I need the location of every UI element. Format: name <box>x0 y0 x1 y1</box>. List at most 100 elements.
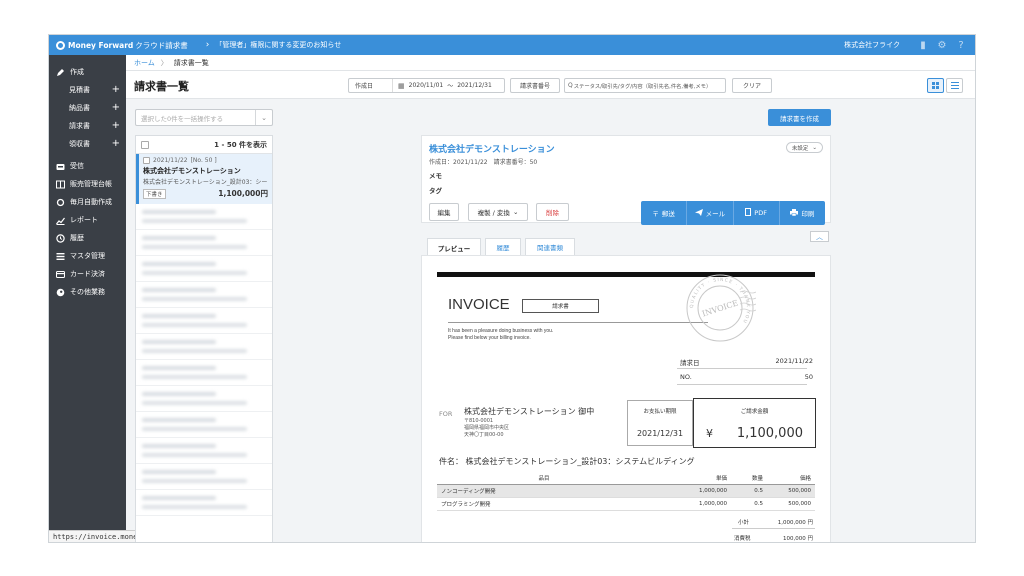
status-value: 未設定 <box>791 145 809 152</box>
grid-view-button[interactable] <box>927 78 944 93</box>
list-item[interactable] <box>136 334 272 360</box>
client-name: 株式会社デモンストレーション 御中 <box>464 407 595 416</box>
plus-icon[interactable]: + <box>112 139 120 149</box>
list-header-row: 1 - 50 件を表示 <box>136 136 272 154</box>
list-icon <box>950 80 959 91</box>
sidebar-item-history[interactable]: 履歴 <box>49 229 126 247</box>
item-client: 株式会社デモンストレーション <box>143 167 241 175</box>
amount-box: ご請求金額 ¥ 1,100,000 <box>693 398 816 448</box>
list-item[interactable] <box>136 230 272 256</box>
company-name[interactable]: 株式会社フライク <box>844 40 900 50</box>
search-input[interactable]: Q ステータス/取引先/タグ/内容（取引先名,件名,備考,メモ） <box>564 78 726 93</box>
cell-item: プログラミング開発 <box>441 502 491 508</box>
top-bar: Money Forward クラウド請求書 › 「管理者」権限に関する変更のお知… <box>49 35 975 55</box>
list-item[interactable] <box>136 490 272 516</box>
due-label: お支払い期限 <box>643 409 677 415</box>
date-range-filter[interactable]: 作成日 ▦ 2020/11/01 〜 2021/12/31 <box>348 78 505 93</box>
rocket-icon <box>55 287 65 297</box>
status-select[interactable]: 未設定 ⌄ <box>785 142 823 153</box>
book-icon[interactable]: ▮ <box>917 39 929 51</box>
plus-icon[interactable]: + <box>112 85 120 95</box>
chevron-right-icon: › <box>205 40 210 50</box>
plus-icon[interactable]: + <box>112 121 120 131</box>
svg-text:QUALITY · SINCE · THANK YOU: QUALITY · SINCE · THANK YOU <box>689 277 751 325</box>
breadcrumb-home[interactable]: ホーム <box>134 58 155 68</box>
sidebar-item-label: 毎月自動作成 <box>70 198 112 206</box>
sidebar-item-ledger[interactable]: 販売管理台帳 <box>49 175 126 193</box>
client-address: 〒810-0001 福岡県福岡市中央区 天神〇丁目00-00 <box>464 418 509 439</box>
address-line: 天神〇丁目00-00 <box>464 432 504 438</box>
bulk-action-select[interactable]: 選択した0件を一括操作する ⌄ <box>135 109 273 126</box>
cell-amount: 500,000 <box>788 501 811 507</box>
invoice-title: INVOICE <box>448 296 510 313</box>
plus-icon[interactable]: + <box>112 103 120 113</box>
tab-preview[interactable]: プレビュー <box>427 238 481 256</box>
sidebar-item-card[interactable]: カード決済 <box>49 265 126 283</box>
clear-button[interactable]: クリア <box>732 78 772 93</box>
sidebar-item-inbox[interactable]: 受信 <box>49 157 126 175</box>
detail-client-name[interactable]: 株式会社デモンストレーション <box>429 142 555 155</box>
collapse-button[interactable]: ︿ <box>810 231 829 242</box>
sidebar-item-other[interactable]: その他業務 <box>49 283 126 301</box>
sidebar-item-label: 作成 <box>70 68 84 76</box>
invoice-subject: 件名： 株式会社デモンストレーション_設計03：システムビルディング <box>439 457 695 466</box>
mail-post-button[interactable]: 〒 郵送 <box>641 201 686 225</box>
list-view-button[interactable] <box>946 78 963 93</box>
print-label: 印刷 <box>801 210 815 218</box>
item-checkbox[interactable] <box>143 157 150 164</box>
chevron-right-icon: 〉 <box>160 58 168 67</box>
list-item[interactable] <box>136 360 272 386</box>
cell-price: 1,000,000 <box>699 488 727 494</box>
sidebar-item-invoice[interactable]: 請求書 + <box>49 117 126 135</box>
help-icon[interactable]: ? <box>955 39 967 51</box>
select-all-checkbox[interactable] <box>141 140 149 149</box>
edit-button[interactable]: 編集 <box>429 203 459 221</box>
invoice-number-button[interactable]: 請求書番号 <box>510 78 560 93</box>
pencil-icon <box>55 67 65 77</box>
create-invoice-button[interactable]: 請求書を作成 <box>768 109 831 126</box>
col-qty: 数量 <box>751 476 763 482</box>
sidebar-item-estimate[interactable]: 見積書 + <box>49 81 126 99</box>
sidebar-item-delivery[interactable]: 納品書 + <box>49 99 126 117</box>
list-item[interactable] <box>136 412 272 438</box>
sidebar-item-receipt[interactable]: 領収書 + <box>49 135 126 153</box>
tab-history[interactable]: 履歴 <box>485 238 521 255</box>
list-item[interactable] <box>136 438 272 464</box>
sidebar: 作成 見積書 + 納品書 + 請求書 + 領収書 + 受信 販売管理台帳 毎月自… <box>49 55 167 542</box>
notice-link[interactable]: › 「管理者」権限に関する変更のお知らせ <box>206 40 341 50</box>
list-item[interactable] <box>136 464 272 490</box>
copy-convert-button[interactable]: 複製 / 変換 ⌄ <box>468 203 528 221</box>
sidebar-item-label: その他業務 <box>70 288 105 296</box>
gear-icon[interactable]: ⚙ <box>936 39 948 51</box>
list-item[interactable] <box>136 256 272 282</box>
yen-symbol: ¥ <box>706 427 713 440</box>
search-icon: Q <box>568 82 573 89</box>
delete-button[interactable]: 削除 <box>536 203 569 221</box>
address-line: 福岡県福岡市中央区 <box>464 425 510 431</box>
email-button[interactable]: メール <box>686 201 732 225</box>
date-type-select[interactable]: 作成日 <box>349 79 393 92</box>
app-logo[interactable]: Money Forward クラウド請求書 <box>56 40 188 51</box>
divider <box>448 322 708 323</box>
divider <box>677 368 807 369</box>
list-item[interactable] <box>136 386 272 412</box>
list-item-selected[interactable]: 2021/11/22 [No. 50 ] 株式会社デモンストレーション 株式会社… <box>136 154 272 204</box>
sidebar-item-create[interactable]: 作成 <box>49 63 126 81</box>
invoice-stamp-icon: QUALITY · SINCE · THANK YOU INVOICE <box>686 274 756 342</box>
sidebar-item-master[interactable]: マスタ管理 <box>49 247 126 265</box>
sidebar-item-monthly[interactable]: 毎月自動作成 <box>49 193 126 211</box>
invoice-no-value: 50 <box>804 373 813 381</box>
notice-text: 「管理者」権限に関する変更のお知らせ <box>215 41 342 49</box>
bulk-action-label: 選択した0件を一括操作する <box>141 114 224 123</box>
amount-label: ご請求金額 <box>740 409 769 415</box>
for-label: FOR <box>439 410 453 418</box>
list-item[interactable] <box>136 308 272 334</box>
list-item[interactable] <box>136 204 272 230</box>
sidebar-item-report[interactable]: レポート <box>49 211 126 229</box>
tab-related[interactable]: 関連書類 <box>525 238 575 255</box>
print-button[interactable]: 印刷 <box>778 201 825 225</box>
sidebar-item-label: 請求書 <box>69 122 90 130</box>
list-item[interactable] <box>136 282 272 308</box>
pdf-button[interactable]: PDF <box>732 201 779 225</box>
invoice-doc-type: 請求書 <box>522 299 599 313</box>
